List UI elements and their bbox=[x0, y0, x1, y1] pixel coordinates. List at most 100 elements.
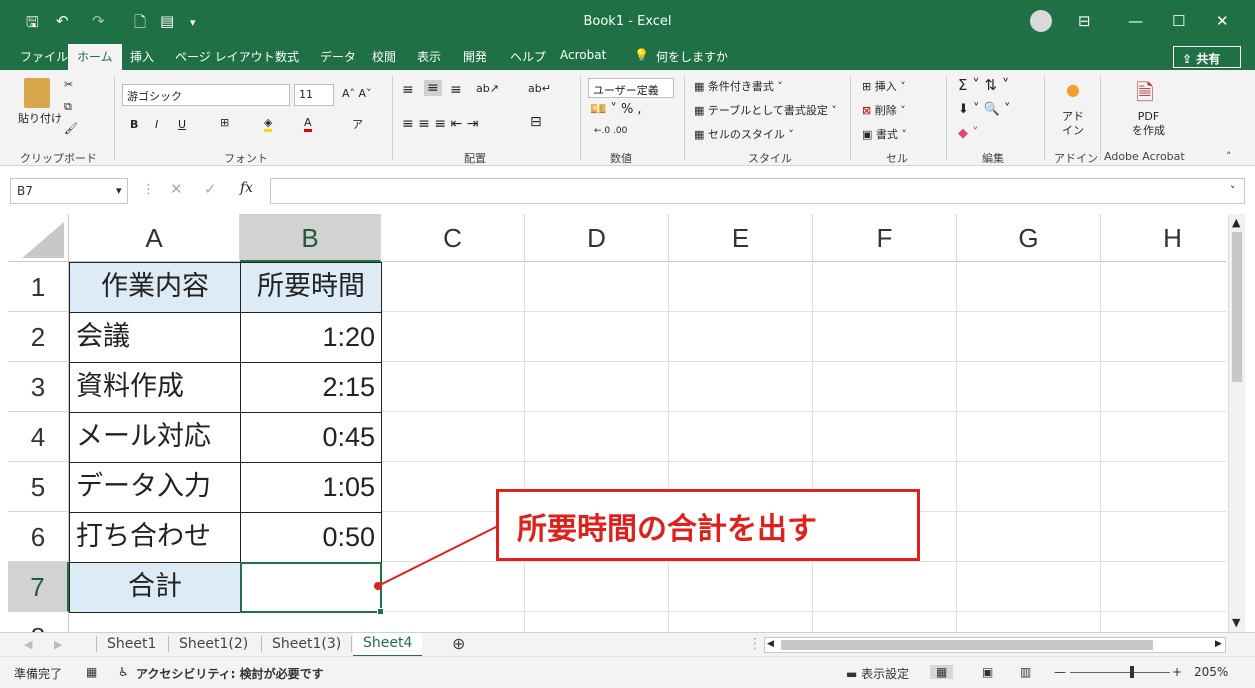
align-left-icon[interactable]: ≡ ≡ ≡ ⇤ ⇥ bbox=[402, 116, 478, 132]
collapse-ribbon-icon[interactable]: ˄ bbox=[1226, 150, 1232, 163]
cell-b4[interactable]: 0:45 bbox=[240, 412, 382, 463]
italic-icon[interactable]: I bbox=[155, 118, 158, 131]
orientation-icon[interactable]: ab↗ bbox=[476, 82, 499, 95]
scroll-left-icon[interactable]: ◀ bbox=[767, 639, 774, 649]
tab-insert[interactable]: 挿入 bbox=[130, 48, 154, 65]
col-header-f[interactable]: F bbox=[813, 214, 957, 262]
col-header-b[interactable]: B bbox=[240, 214, 381, 262]
currency-icon[interactable]: 💴 ˅ % , bbox=[590, 102, 642, 117]
font-color-icon[interactable]: A bbox=[304, 116, 312, 132]
align-top-icon[interactable]: ≡ bbox=[402, 82, 414, 98]
minimize-icon[interactable]: — bbox=[1128, 12, 1143, 30]
cell-b7-selected[interactable] bbox=[240, 562, 382, 613]
number-format-select[interactable]: ユーザー定義 bbox=[588, 78, 674, 98]
zoom-in-icon[interactable]: + bbox=[1172, 665, 1182, 679]
scroll-up-icon[interactable]: ▲ bbox=[1232, 216, 1240, 229]
col-header-a[interactable]: A bbox=[69, 214, 240, 262]
col-header-c[interactable]: C bbox=[381, 214, 525, 262]
wrap-text-icon[interactable]: ab↵ bbox=[528, 82, 551, 95]
sheet-tab-3[interactable]: Sheet1(3) bbox=[261, 636, 353, 652]
format-cells-button[interactable]: ▣ 書式 ˅ bbox=[862, 126, 907, 142]
macro-record-icon[interactable]: ▦ bbox=[86, 665, 97, 679]
row-header-4[interactable]: 4 bbox=[8, 412, 69, 462]
row-header-7[interactable]: 7 bbox=[8, 562, 69, 612]
zoom-level[interactable]: 205% bbox=[1194, 665, 1228, 679]
border-icon[interactable]: ⊞ bbox=[220, 116, 229, 129]
add-sheet-icon[interactable]: ⊕ bbox=[452, 634, 465, 653]
scroll-thumb[interactable] bbox=[1232, 232, 1242, 382]
zoom-slider[interactable] bbox=[1070, 672, 1170, 673]
underline-icon[interactable]: U bbox=[178, 118, 186, 131]
close-icon[interactable]: ✕ bbox=[1216, 12, 1229, 30]
expand-formula-icon[interactable]: ˅ bbox=[1230, 184, 1236, 197]
cell-b2[interactable]: 1:20 bbox=[240, 312, 382, 363]
pdf-icon[interactable]: 🗎 bbox=[1136, 76, 1154, 114]
scroll-down-icon[interactable]: ▼ bbox=[1232, 616, 1240, 629]
cell-style-button[interactable]: ▦ セルのスタイル ˅ bbox=[694, 126, 794, 142]
paste-button[interactable]: 貼り付け bbox=[18, 110, 62, 126]
row-header-1[interactable]: 1 bbox=[8, 262, 69, 312]
page-layout-view-icon[interactable]: ▣ bbox=[982, 665, 993, 679]
cell-b3[interactable]: 2:15 bbox=[240, 362, 382, 413]
align-bottom-icon[interactable]: ≡ bbox=[450, 82, 462, 98]
select-all-corner[interactable] bbox=[8, 214, 69, 262]
tab-help[interactable]: ヘルプ bbox=[510, 48, 546, 65]
prev-sheet-icon[interactable]: ◀ bbox=[24, 638, 32, 651]
account-avatar-icon[interactable] bbox=[1030, 10, 1052, 32]
maximize-icon[interactable]: ☐ bbox=[1172, 12, 1185, 30]
col-header-g[interactable]: G bbox=[957, 214, 1101, 262]
create-pdf-button[interactable]: PDF を作成 bbox=[1132, 110, 1165, 138]
ribbon-display-icon[interactable]: ⊟ bbox=[1078, 12, 1091, 30]
tab-formulas[interactable]: 数式 bbox=[275, 48, 299, 65]
tab-data[interactable]: データ bbox=[320, 48, 356, 65]
tell-me-search[interactable]: 何をしますか bbox=[656, 48, 728, 65]
zoom-slider-thumb[interactable] bbox=[1130, 666, 1134, 678]
empty-cells[interactable] bbox=[381, 262, 1226, 632]
tab-home[interactable]: ホーム bbox=[68, 44, 122, 70]
sheet-tab-2[interactable]: Sheet1(2) bbox=[168, 636, 248, 652]
name-box-dropdown-icon[interactable]: ▾ bbox=[116, 184, 122, 197]
addin-button[interactable]: アド イン bbox=[1062, 110, 1084, 138]
horizontal-scrollbar[interactable]: ◀ ▶ bbox=[764, 637, 1226, 653]
decimal-icon[interactable]: ←.0 .00 bbox=[594, 126, 627, 136]
row-8-cells[interactable] bbox=[69, 612, 381, 632]
row-header-5[interactable]: 5 bbox=[8, 462, 69, 512]
format-painter-icon[interactable]: 🖌 bbox=[64, 122, 78, 135]
share-button[interactable]: ⇪ 共有 bbox=[1173, 46, 1241, 68]
worksheet-grid[interactable]: A B C D E F G H 1 2 3 4 5 6 7 8 作業内容 所要時… bbox=[8, 214, 1226, 632]
cell-a5[interactable]: データ入力 bbox=[69, 462, 241, 513]
row-header-2[interactable]: 2 bbox=[8, 312, 69, 362]
tab-developer[interactable]: 開発 bbox=[463, 48, 487, 65]
cut-icon[interactable]: ✂ bbox=[64, 78, 73, 91]
h-scroll-thumb[interactable] bbox=[781, 640, 1153, 650]
autosum-icon[interactable]: Σ ˅ ⇅ ˅ bbox=[958, 76, 1009, 94]
formula-input[interactable] bbox=[270, 178, 1245, 204]
cell-b1[interactable]: 所要時間 bbox=[240, 262, 382, 313]
merge-center-icon[interactable]: ⊟ bbox=[530, 114, 542, 130]
fill-color-icon[interactable]: ◈ bbox=[264, 116, 273, 132]
vertical-scrollbar[interactable]: ▲ ▼ bbox=[1228, 214, 1245, 632]
sheet-tab-4[interactable]: Sheet4 bbox=[353, 633, 423, 657]
cell-b5[interactable]: 1:05 bbox=[240, 462, 382, 513]
scroll-right-icon[interactable]: ▶ bbox=[1215, 639, 1222, 649]
table-format-button[interactable]: ▦ テーブルとして書式設定 ˅ bbox=[694, 102, 837, 118]
tab-view[interactable]: 表示 bbox=[417, 48, 441, 65]
delete-cells-button[interactable]: ⊠ 削除 ˅ bbox=[862, 102, 906, 118]
copy-icon[interactable]: ⧉ bbox=[64, 100, 72, 114]
grow-font-icon[interactable]: A˄ A˅ bbox=[342, 87, 372, 100]
fill-handle[interactable] bbox=[377, 608, 384, 615]
addin-icon[interactable]: ● bbox=[1066, 80, 1080, 99]
col-header-e[interactable]: E bbox=[669, 214, 813, 262]
enter-icon[interactable]: ✓ bbox=[204, 180, 217, 198]
zoom-out-icon[interactable]: — bbox=[1054, 665, 1066, 679]
row-header-6[interactable]: 6 bbox=[8, 512, 69, 562]
next-sheet-icon[interactable]: ▶ bbox=[54, 638, 62, 651]
row-header-8[interactable]: 8 bbox=[8, 612, 69, 632]
font-size-select[interactable]: 11 bbox=[294, 84, 334, 106]
cell-a7[interactable]: 合計 bbox=[69, 562, 241, 613]
accessibility-status[interactable]: アクセシビリティ: 検討が必要です bbox=[136, 665, 324, 682]
align-middle-icon[interactable]: ≡ bbox=[424, 80, 442, 96]
cell-b6[interactable]: 0:50 bbox=[240, 512, 382, 563]
paste-icon[interactable] bbox=[24, 78, 50, 108]
cell-a4[interactable]: メール対応 bbox=[69, 412, 241, 463]
